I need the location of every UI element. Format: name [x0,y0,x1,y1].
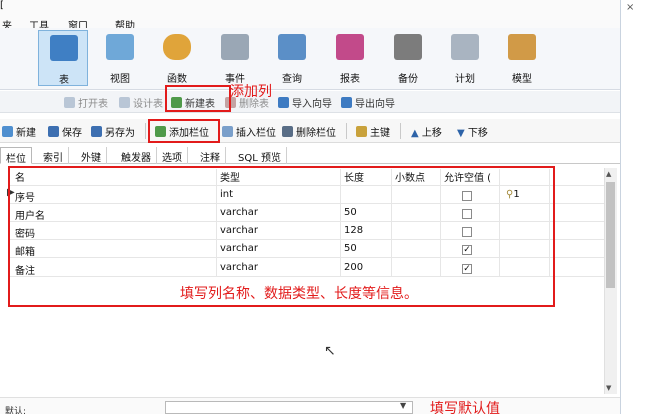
insert-field-label: 插入栏位 [236,128,276,139]
save-as-button[interactable]: 另存为 [91,124,135,139]
toolbar-separator [145,123,146,139]
model-icon [508,34,536,60]
chevron-down-icon[interactable]: ▼ [400,401,406,410]
close-icon[interactable]: × [626,2,634,13]
toolbar-model-button[interactable]: 模型 [497,30,547,86]
toolbar-query-button[interactable]: 查询 [267,30,317,86]
report-icon [336,34,364,60]
toolbar-backup-button[interactable]: 备份 [383,30,433,86]
design-table-icon [119,97,130,108]
toolbar-report-button[interactable]: 报表 [325,30,375,86]
save-icon [48,126,59,137]
annotation-box-add-field [148,119,220,143]
move-up-button[interactable]: ▲ 上移 [411,124,442,139]
new-button[interactable]: 新建 [2,124,36,139]
toolbar-model-label: 模型 [512,74,532,85]
insert-field-icon [222,126,233,137]
toolbar-view-label: 视图 [110,74,130,85]
tab-indexes[interactable]: 索引 [38,147,69,164]
import-wizard-label: 导入向导 [292,99,332,110]
annotation-box-new-table [165,85,231,112]
query-icon [278,34,306,60]
schedule-icon [451,34,479,60]
toolbar-backup-label: 备份 [398,74,418,85]
move-down-button[interactable]: ▼ 下移 [457,124,488,139]
save-as-label: 另存为 [105,128,135,139]
scroll-up-icon[interactable]: ▲ [606,170,611,178]
toolbar-table-button[interactable]: 表 [38,30,88,86]
tab-triggers[interactable]: 触发器 [116,147,157,164]
export-icon [341,97,352,108]
export-wizard-label: 导出向导 [355,99,395,110]
scroll-down-icon[interactable]: ▼ [606,384,611,392]
arrow-down-icon: ▼ [457,128,468,139]
save-as-icon [91,126,102,137]
right-edge-panel [620,0,650,414]
toolbar-table-label: 表 [59,75,69,86]
design-table-label: 设计表 [133,99,163,110]
view-icon [106,34,134,60]
scrollbar-thumb[interactable] [606,182,615,288]
move-down-label: 下移 [467,128,488,139]
window-edge-glyph: [ [0,0,4,11]
open-table-button[interactable]: 打开表 [64,95,108,110]
default-value-dropdown[interactable] [165,401,413,414]
table-icon [50,35,78,61]
primary-key-button[interactable]: 主键 [356,124,390,139]
toolbar-separator [346,123,347,139]
save-button[interactable]: 保存 [48,124,82,139]
menu-bar [0,0,650,28]
delete-field-label: 删除栏位 [296,128,336,139]
mouse-cursor-icon: ↖ [324,343,336,359]
tab-fields[interactable]: 栏位 [0,147,32,165]
save-label: 保存 [62,128,82,139]
backup-icon [394,34,422,60]
delete-field-button[interactable]: 删除栏位 [282,124,336,139]
toolbar-separator [400,123,401,139]
annotation-fill-default: 填写默认值 [430,401,500,414]
primary-key-label: 主键 [370,128,390,139]
arrow-up-icon: ▲ [411,128,422,139]
toolbar-function-label: 函数 [167,74,187,85]
annotation-add-column: 添加列 [230,84,272,100]
toolbar-event-button[interactable]: 事件 [210,30,260,86]
toolbar-report-label: 报表 [340,74,360,85]
toolbar-function-button[interactable]: 函数 [152,30,202,86]
toolbar-schedule-button[interactable]: 计划 [440,30,490,86]
insert-field-button[interactable]: 插入栏位 [222,124,276,139]
import-wizard-button[interactable]: 导入向导 [278,95,332,110]
annotation-fill-info: 填写列名称、数据类型、长度等信息。 [180,286,418,302]
new-label: 新建 [16,128,36,139]
tab-options[interactable]: 选项 [157,147,188,164]
toolbar-view-button[interactable]: 视图 [95,30,145,86]
toolbar-schedule-label: 计划 [455,74,475,85]
tab-comment[interactable]: 注释 [195,147,226,164]
export-wizard-button[interactable]: 导出向导 [341,95,395,110]
open-table-icon [64,97,75,108]
import-icon [278,97,289,108]
default-label: 默认: [5,407,27,414]
toolbar-query-label: 查询 [282,74,302,85]
delete-field-icon [282,126,293,137]
tab-foreign-keys[interactable]: 外键 [76,147,107,164]
tab-sql-preview[interactable]: SQL 预览 [233,147,287,164]
new-icon [2,126,13,137]
event-icon [221,34,249,60]
open-table-label: 打开表 [78,99,108,110]
design-table-button[interactable]: 设计表 [119,95,163,110]
key-icon [356,126,367,137]
move-up-label: 上移 [421,128,442,139]
function-icon [163,34,191,60]
